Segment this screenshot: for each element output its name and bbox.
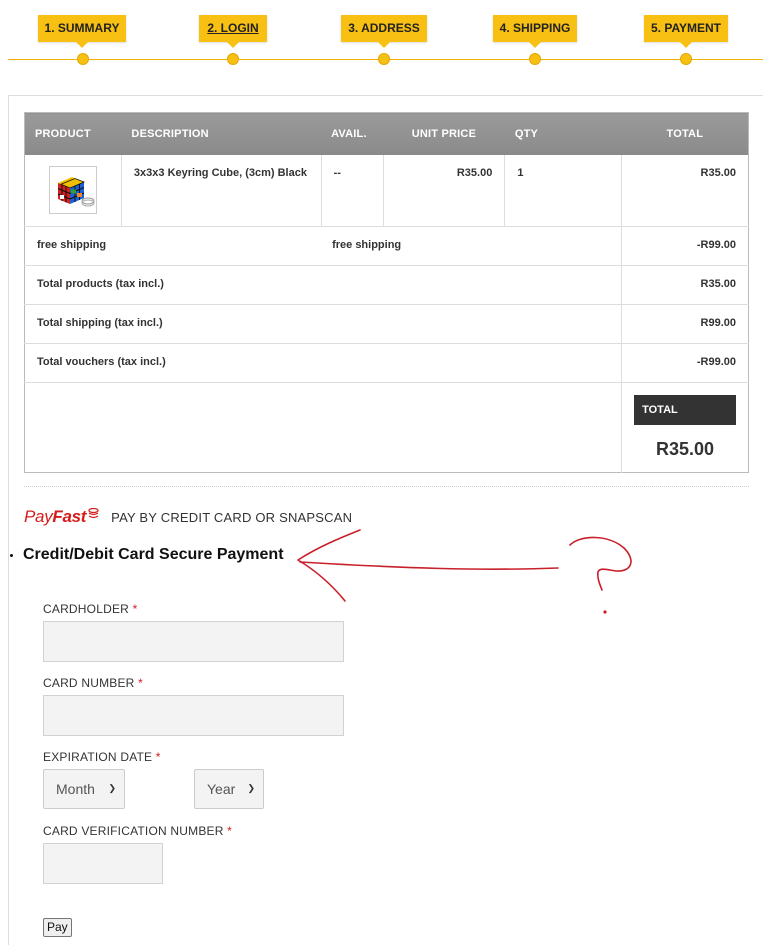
summary-label: Total vouchers (tax incl.)	[24, 343, 623, 383]
card-number-label: CARD NUMBER *	[43, 676, 143, 690]
summary-label: Total products (tax incl.)	[24, 265, 623, 305]
summary-value: R99.00	[621, 304, 749, 344]
card-payment-heading: Credit/Debit Card Secure Payment	[9, 546, 284, 564]
cvn-input[interactable]	[43, 843, 163, 884]
summary-label: Total shipping (tax incl.)	[24, 304, 623, 344]
grand-total-cell: TOTAL R35.00	[622, 383, 749, 473]
summary-value: -R99.00	[621, 343, 749, 383]
cvn-label: CARD VERIFICATION NUMBER *	[43, 824, 233, 838]
summary-row-vouchers: Total vouchers (tax incl.) -R99.00	[24, 343, 749, 383]
expiration-label: EXPIRATION DATE *	[43, 750, 161, 764]
grand-total-spacer	[24, 382, 623, 473]
payfast-option[interactable]: PayFast PAY BY CREDIT CARD OR SNAPSCAN	[24, 507, 352, 527]
step-shipping[interactable]: 4. SHIPPING	[493, 15, 577, 48]
checkout-steps: 1. SUMMARY 2. LOGIN 3. ADDRESS 4. SHIPPI…	[0, 0, 763, 90]
grand-total-row: TOTAL R35.00	[24, 382, 749, 473]
checkout-panel: PRODUCT DESCRIPTION AVAIL. UNIT PRICE QT…	[8, 95, 763, 945]
col-description: DESCRIPTION	[121, 112, 322, 155]
summary-row-shipping: Total shipping (tax incl.) R99.00	[24, 304, 749, 344]
step-payment-dot	[680, 53, 692, 65]
step-login-dot	[227, 53, 239, 65]
payfast-logo: PayFast	[24, 507, 87, 526]
col-qty: QTY	[504, 112, 622, 155]
step-shipping-dot	[529, 53, 541, 65]
shipping-label: free shipping	[24, 226, 322, 266]
product-availability: --	[321, 154, 384, 227]
chevron-down-icon: ❯	[108, 783, 116, 793]
shipping-description: free shipping	[321, 226, 623, 266]
product-thumbnail[interactable]	[48, 165, 97, 214]
col-product: PRODUCT	[24, 112, 122, 155]
step-summary[interactable]: 1. SUMMARY	[38, 15, 126, 48]
grand-total-value: R35.00	[656, 439, 715, 459]
summary-value: R35.00	[621, 265, 749, 305]
section-divider	[24, 486, 749, 487]
shipping-row: free shipping free shipping -R99.00	[24, 226, 749, 266]
product-thumb-cell	[24, 154, 122, 227]
col-unit-price: UNIT PRICE	[383, 112, 505, 155]
step-address[interactable]: 3. ADDRESS	[341, 15, 427, 48]
cardholder-label: CARDHOLDER *	[43, 602, 138, 616]
cart-table: PRODUCT DESCRIPTION AVAIL. UNIT PRICE QT…	[24, 112, 749, 473]
expiration-year-select[interactable]: Year ❯	[194, 769, 264, 809]
step-summary-dot	[77, 53, 89, 65]
bullet-icon	[10, 553, 13, 557]
grand-total-label: TOTAL	[634, 395, 736, 425]
cardholder-input[interactable]	[43, 621, 344, 662]
card-number-input[interactable]	[43, 695, 344, 736]
expiration-month-select[interactable]: Month ❯	[43, 769, 125, 809]
cart-header-row: PRODUCT DESCRIPTION AVAIL. UNIT PRICE QT…	[24, 112, 749, 155]
product-description[interactable]: 3x3x3 Keyring Cube, (3cm) Black	[121, 154, 322, 227]
product-total: R35.00	[700, 166, 736, 179]
step-login[interactable]: 2. LOGIN	[199, 15, 267, 48]
pay-button[interactable]: Pay	[43, 918, 72, 937]
col-avail: AVAIL.	[321, 112, 384, 155]
payfast-description: PAY BY CREDIT CARD OR SNAPSCAN	[111, 509, 353, 525]
chevron-down-icon: ❯	[247, 783, 255, 793]
col-total: TOTAL	[621, 112, 749, 155]
step-address-dot	[378, 53, 390, 65]
step-payment[interactable]: 5. PAYMENT	[644, 15, 728, 48]
shipping-amount: -R99.00	[621, 226, 749, 266]
summary-row-products: Total products (tax incl.) R35.00	[24, 265, 749, 305]
product-quantity: 1	[504, 154, 623, 227]
product-unit-price: R35.00	[383, 154, 506, 227]
table-row: 3x3x3 Keyring Cube, (3cm) Black -- R35.0…	[24, 154, 749, 227]
coins-icon	[88, 508, 99, 519]
